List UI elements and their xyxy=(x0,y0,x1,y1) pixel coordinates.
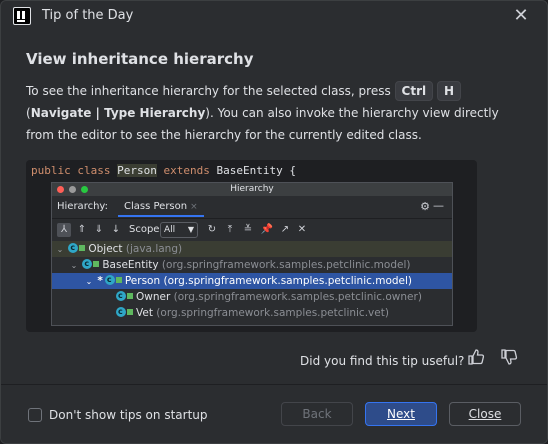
expand-icon: ⤒ xyxy=(227,224,233,235)
tree-node-package: (org.springframework.samples.petclinic.m… xyxy=(161,259,411,271)
hierarchy-label: Hierarchy: xyxy=(57,201,108,212)
tree-node-name: Vet xyxy=(136,307,153,319)
tip-of-the-day-dialog: Tip of the Day ✕ View inheritance hierar… xyxy=(0,0,548,444)
shortcut-key-ctrl: Ctrl xyxy=(394,81,434,101)
class-icon xyxy=(68,240,79,256)
collapse-icon: ≚ xyxy=(243,224,253,235)
tree-row-object: ⌄ Object (java.lang) xyxy=(52,240,452,257)
sort-alpha-icon: ↓ xyxy=(111,224,121,235)
tip-body: To see the inheritance hierarchy for the… xyxy=(26,80,502,146)
scope-label: Scope: xyxy=(129,224,163,235)
tree-node-package: (org.springframework.samples.petclinic.m… xyxy=(163,275,413,287)
next-button-label: Next xyxy=(387,407,415,421)
scope-select: All ▼ xyxy=(160,222,198,238)
tip-illustration: public class Person extends BaseEntity {… xyxy=(26,160,477,332)
current-class-marker: * xyxy=(97,275,103,287)
tree-node-package: (org.springframework.samples.petclinic.o… xyxy=(173,291,422,303)
chevron-down-icon: ⌄ xyxy=(56,245,64,254)
class-name: Person xyxy=(117,164,157,177)
tip-panel: View inheritance hierarchy To see the in… xyxy=(2,32,547,384)
close-panel-icon: ✕ xyxy=(297,224,307,235)
thumbs-up-glyph xyxy=(468,349,485,365)
class-icon xyxy=(104,272,115,288)
chevron-down-icon: ▼ xyxy=(187,225,194,234)
open-in-editor-icon: ↗ xyxy=(280,224,290,235)
parent-class: BaseEntity { xyxy=(216,164,296,177)
minimize-icon: — xyxy=(433,199,444,212)
hierarchy-toolbar: ⅄ ⇑ ⇓ ↓ Scope: All ▼ ↻ ⤒ ≚ 📌 ↗ ✕ xyxy=(52,218,452,240)
dont-show-label[interactable]: Don't show tips on startup xyxy=(49,408,208,422)
scope-value: All xyxy=(164,225,176,235)
type-hierarchy-icon: ⅄ xyxy=(57,223,71,237)
pin-icon: 📌 xyxy=(260,224,274,235)
tab-class-person: Class Person × xyxy=(118,197,204,217)
close-icon[interactable]: ✕ xyxy=(511,6,531,26)
public-access-icon xyxy=(79,245,86,251)
tab-label: Class Person xyxy=(124,201,188,212)
dialog-titlebar: Tip of the Day ✕ xyxy=(1,1,547,32)
code-line: public class Person extends BaseEntity { xyxy=(31,164,296,177)
tree-node-name: Person xyxy=(124,275,161,287)
thumbs-down-glyph xyxy=(501,349,518,365)
dialog-footer: Don't show tips on startup Back Next Clo… xyxy=(1,385,547,443)
public-access-icon xyxy=(93,261,100,267)
shortcut-key-h: H xyxy=(436,81,461,101)
keyword-extends: extends xyxy=(163,164,210,177)
tip-text-1: To see the inheritance hierarchy for the… xyxy=(26,84,395,98)
supertypes-icon: ⇑ xyxy=(77,224,87,235)
intellij-logo-icon xyxy=(13,7,31,25)
gear-icon: ⚙ xyxy=(420,200,430,213)
public-access-icon xyxy=(127,309,133,315)
tree-row-person: ⌄ * Person (org.springframework.samples.p… xyxy=(52,272,452,289)
refresh-icon: ↻ xyxy=(207,224,217,235)
public-access-icon xyxy=(127,293,133,299)
public-access-icon xyxy=(115,277,122,283)
hierarchy-window: Hierarchy Hierarchy: Class Person × ⚙ — ⅄… xyxy=(51,182,453,326)
chevron-down-icon: ⌄ xyxy=(70,261,78,270)
dialog-title: Tip of the Day xyxy=(42,8,134,23)
dont-show-checkbox[interactable] xyxy=(28,408,42,422)
class-icon xyxy=(82,256,93,272)
hierarchy-window-titlebar: Hierarchy xyxy=(52,183,452,196)
close-button[interactable]: Close xyxy=(449,402,521,426)
tree-node-name: BaseEntity xyxy=(102,259,159,271)
tree-row-baseentity: ⌄ BaseEntity (org.springframework.sample… xyxy=(52,256,452,273)
keyword-class: class xyxy=(77,164,111,177)
back-button[interactable]: Back xyxy=(281,402,353,426)
tree-node-name: Object xyxy=(88,243,123,255)
tree-row-owner: Owner (org.springframework.samples.petcl… xyxy=(52,288,452,305)
menu-path: Navigate | Type Hierarchy xyxy=(30,106,206,120)
class-icon xyxy=(116,288,126,304)
close-button-label: Close xyxy=(468,407,502,421)
keyword-public: public xyxy=(31,164,71,177)
tab-close-icon: × xyxy=(190,202,198,212)
hierarchy-window-caption: Hierarchy xyxy=(230,184,274,194)
subtypes-icon: ⇓ xyxy=(94,224,104,235)
next-button[interactable]: Next xyxy=(365,402,437,426)
tip-heading: View inheritance hierarchy xyxy=(26,50,254,68)
chevron-down-icon: ⌄ xyxy=(85,277,93,286)
hierarchy-header: Hierarchy: Class Person × ⚙ — xyxy=(52,197,452,217)
thumbs-down-icon[interactable] xyxy=(498,348,520,370)
thumbs-up-icon[interactable] xyxy=(465,348,487,370)
tree-node-package: (java.lang) xyxy=(125,243,183,255)
class-icon xyxy=(116,304,126,320)
feedback-question: Did you find this tip useful? xyxy=(300,354,465,368)
tree-row-vet: Vet (org.springframework.samples.petclin… xyxy=(52,304,452,321)
tree-node-name: Owner xyxy=(136,291,171,303)
tree-node-package: (org.springframework.samples.petclinic.v… xyxy=(156,307,389,319)
hierarchy-tree: ⌄ Object (java.lang) ⌄ BaseEntity (org.s… xyxy=(52,240,452,325)
